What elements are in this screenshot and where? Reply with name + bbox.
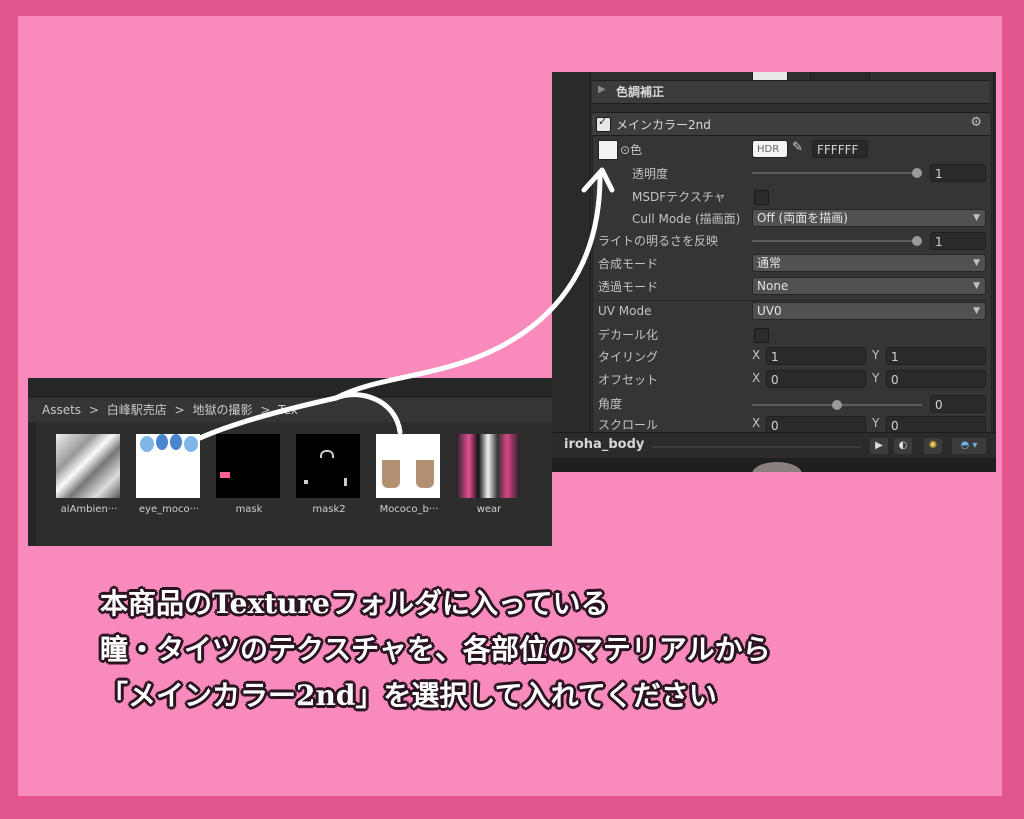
arrow-tail-stroke [197, 395, 339, 441]
caption-line-1: 本商品のTextureフォルダに入っている [100, 587, 609, 620]
caption-line-3: 「メインカラー2nd」を選択して入れてください [100, 679, 717, 712]
arrow-stroke [334, 173, 603, 435]
caption-line-2: 瞳・タイツのテクスチャを、各部位のマテリアルから [100, 633, 771, 666]
